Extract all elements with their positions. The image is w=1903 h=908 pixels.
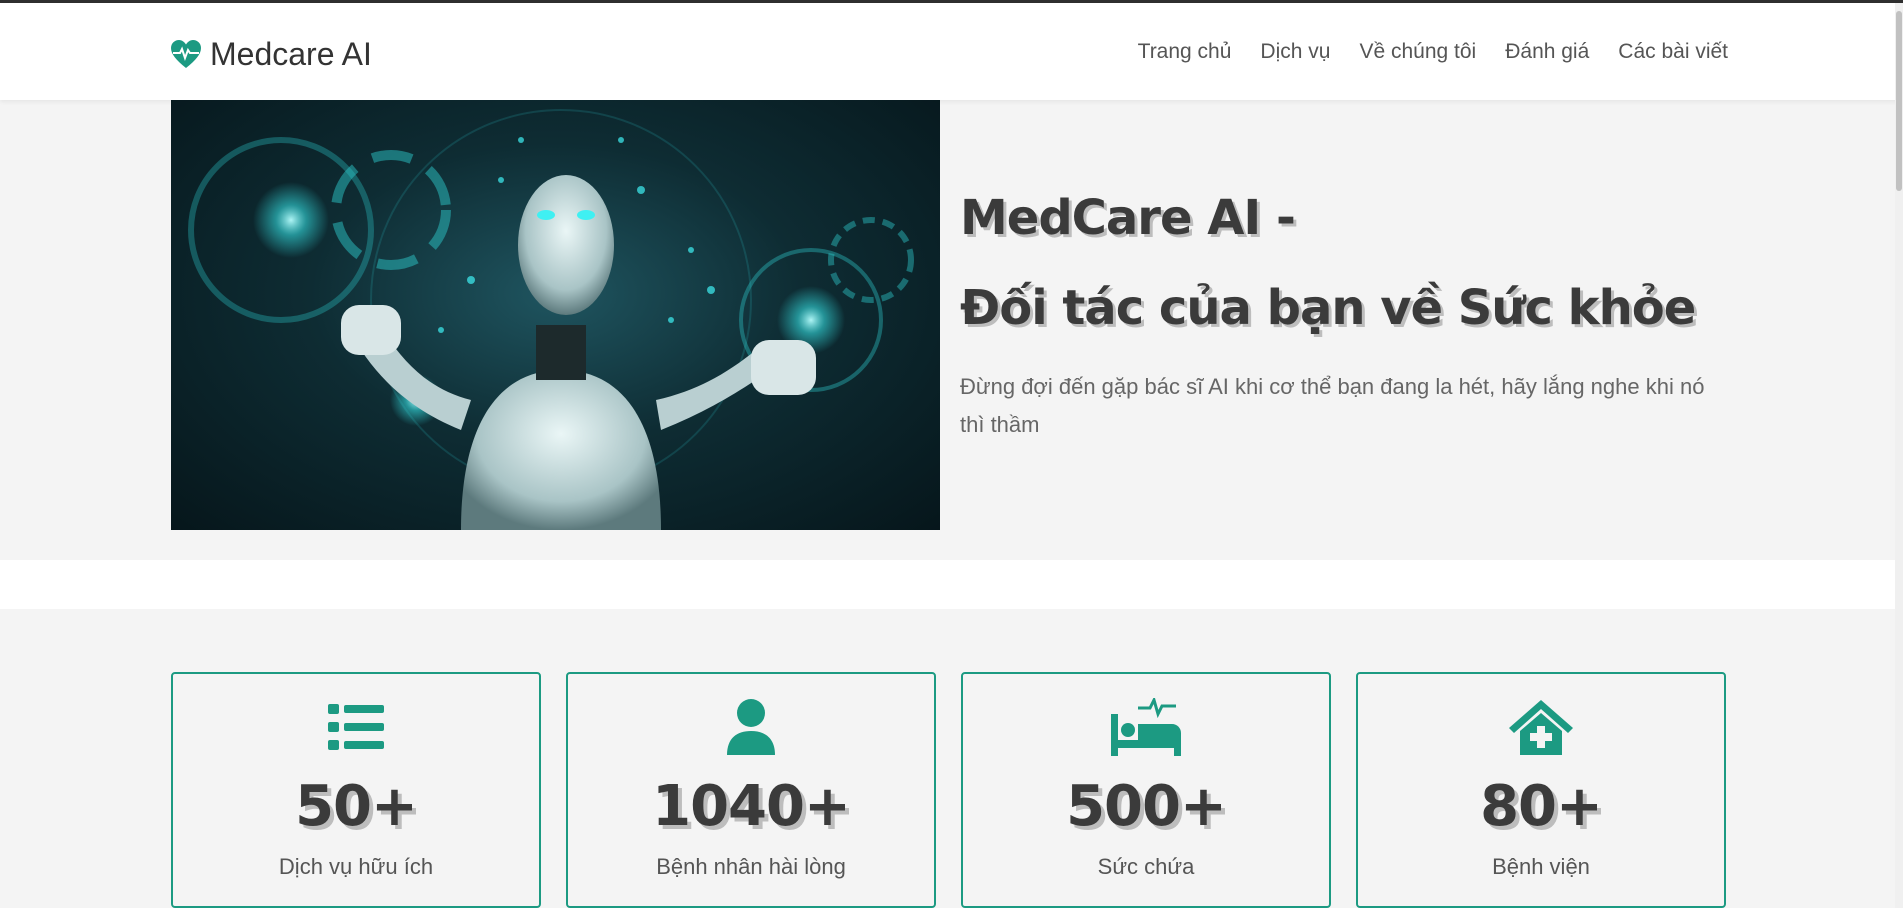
logo[interactable]: Medcare AI [170,34,372,74]
stat-card-capacity: 500+ Sức chứa [961,672,1331,908]
stat-card-hospitals: 80+ Bệnh viện [1356,672,1726,908]
main-nav: Trang chủ Dịch vụ Về chúng tôi Đánh giá … [1109,40,1728,64]
scrollbar-thumb[interactable] [1896,11,1902,191]
stat-number: 50+ [295,774,418,839]
stat-label: Bệnh viện [1492,854,1590,879]
stat-label: Dịch vụ hữu ích [278,854,434,879]
stat-number: 80+ [1480,774,1603,839]
stat-label: Sức chứa [1097,854,1195,879]
nav-item-home[interactable]: Trang chủ [1138,40,1232,64]
hero-title-line-1: MedCare AI - [960,190,1296,246]
user-icon [727,699,775,755]
hero-image [171,100,940,530]
stat-label: Bệnh nhân hài lòng [656,854,846,879]
nav-item-about[interactable]: Về chúng tôi [1359,40,1476,64]
list-icon [328,704,384,750]
hospital-bed-icon [1111,698,1181,756]
nav-item-services[interactable]: Dịch vụ [1260,40,1330,64]
logo-text: Medcare AI [210,35,372,72]
stat-number: 1040+ [652,774,851,839]
hero-subtitle: Đừng đợi đến gặp bác sĩ AI khi cơ thể bạ… [960,374,1705,437]
hospital-house-icon [1509,700,1573,755]
nav-item-articles[interactable]: Các bài viết [1618,40,1728,64]
page-scrollbar[interactable] [1895,3,1903,908]
nav-item-reviews[interactable]: Đánh giá [1505,40,1589,64]
heart-pulse-icon [171,40,201,68]
stat-card-patients: 1040+ Bệnh nhân hài lòng [566,672,936,908]
stat-card-services: 50+ Dịch vụ hữu ích [171,672,541,908]
stat-number: 500+ [1066,774,1227,839]
site-header: Medcare AI Trang chủ Dịch vụ Về chúng tô… [0,3,1903,100]
section-divider [0,560,1903,609]
hero-title-line-2: Đối tác của bạn về Sức khỏe [960,280,1696,336]
